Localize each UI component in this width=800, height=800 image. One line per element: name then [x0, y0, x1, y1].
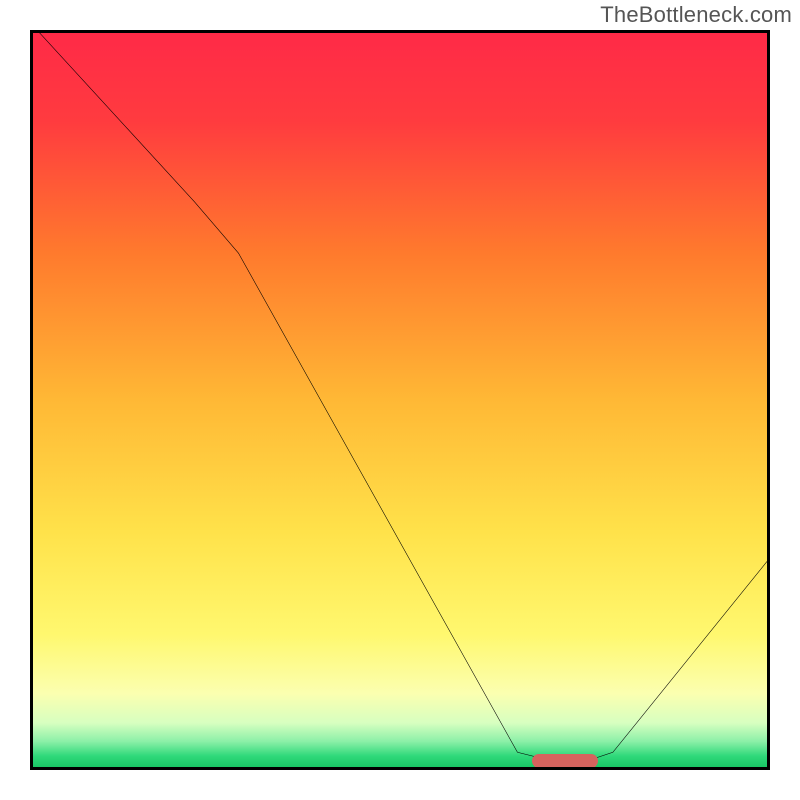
watermark-text: TheBottleneck.com	[600, 2, 792, 28]
chart-container: TheBottleneck.com	[0, 0, 800, 800]
optimal-marker	[532, 754, 598, 768]
plot-area	[30, 30, 770, 770]
bottleneck-curve	[33, 33, 767, 767]
